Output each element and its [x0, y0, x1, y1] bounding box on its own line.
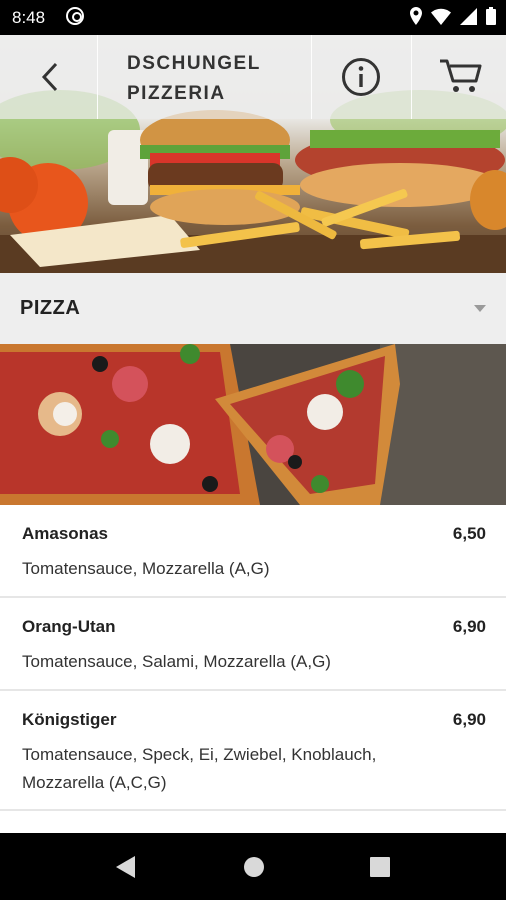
item-name: Königstiger: [22, 710, 117, 729]
pizza-image: [0, 344, 506, 505]
item-description: Tomatensauce, Salami, Mozzarella (A,G): [22, 652, 331, 671]
chevron-left-icon: [41, 62, 58, 92]
app-bar: DSCHUNGEL PIZZERIA: [0, 35, 506, 119]
item-price: 6,90: [452, 710, 486, 729]
recents-nav-icon[interactable]: [370, 857, 390, 877]
info-icon: [342, 58, 380, 96]
back-nav-icon[interactable]: [115, 855, 137, 879]
caret-down-icon: [474, 305, 486, 312]
page-title: DSCHUNGEL PIZZERIA: [127, 53, 261, 104]
back-button[interactable]: [0, 35, 98, 119]
item-description: Tomatensauce, Mozzarella (A,G): [22, 559, 270, 578]
status-time: 8:48: [12, 8, 46, 27]
item-price: 6,50: [452, 524, 486, 543]
sync-icon: [66, 7, 84, 25]
item-name: Orang-Utan: [22, 617, 116, 636]
wifi-icon: [431, 8, 451, 25]
category-label: PIZZA: [20, 297, 81, 319]
location-icon: [410, 7, 422, 25]
menu-item[interactable]: Orang-Utan 6,90 Tomatensauce, Salami, Mo…: [0, 598, 506, 691]
item-price: 6,90: [452, 617, 486, 636]
menu-item[interactable]: Königstiger 6,90 Tomatensauce, Speck, Ei…: [0, 691, 506, 811]
info-button[interactable]: [312, 35, 412, 119]
category-dropdown[interactable]: PIZZA: [0, 273, 506, 344]
status-bar: 8:48: [0, 0, 506, 35]
hero-banner: DSCHUNGEL PIZZERIA: [0, 35, 506, 273]
navigation-bar: [0, 833, 506, 900]
item-description: Tomatensauce, Speck, Ei, Zwiebel, Knobla…: [22, 745, 377, 792]
cart-button[interactable]: [412, 35, 506, 119]
category-banner-image: [0, 344, 506, 505]
menu-item[interactable]: Amasonas 6,50 Tomatensauce, Mozzarella (…: [0, 505, 506, 598]
status-icons: [410, 7, 496, 25]
menu-list: Amasonas 6,50 Tomatensauce, Mozzarella (…: [0, 505, 506, 811]
home-nav-icon[interactable]: [243, 856, 265, 878]
title-area: DSCHUNGEL PIZZERIA: [98, 35, 312, 119]
battery-icon: [486, 7, 496, 25]
signal-icon: [460, 7, 477, 25]
cart-icon: [440, 59, 482, 92]
item-name: Amasonas: [22, 524, 108, 543]
